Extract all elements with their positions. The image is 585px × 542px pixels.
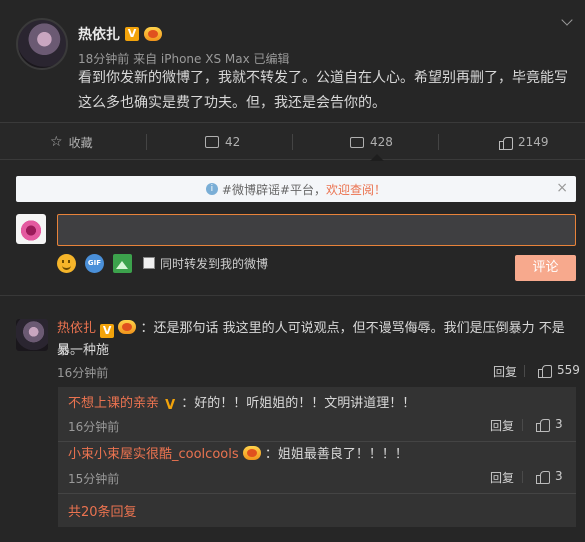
reply-item: 小束小束屋实很酷_coolcools ：姐姐最善良了！！！！ — [68, 444, 408, 466]
action-divider — [524, 365, 525, 377]
verified-v-icon: V — [100, 324, 115, 338]
reply-divider — [58, 441, 576, 442]
reply-item: 不想上课的亲亲 V ：好的！！听姐姐的！！文明讲道理！！ — [68, 393, 415, 415]
active-tab-caret — [370, 154, 384, 161]
rumor-notice-banner: i #微博辟谣#平台， 欢迎查阅！ × — [16, 176, 576, 202]
notice-text[interactable]: #微博辟谣#平台， — [222, 181, 326, 198]
favorite-button[interactable]: ☆ 收藏 — [50, 123, 93, 161]
like-count: 2149 — [518, 135, 549, 149]
comment-input[interactable] — [57, 214, 576, 246]
repost-checkbox-label[interactable]: 同时转发到我的微博 — [160, 255, 268, 272]
reply-reply-button[interactable]: 回复 — [490, 417, 514, 434]
favorite-label: 收藏 — [68, 135, 93, 150]
star-icon: ☆ — [50, 134, 63, 150]
verified-v-icon: V — [125, 27, 139, 41]
action-divider — [292, 134, 293, 150]
reply-time: 16分钟前 — [68, 420, 120, 434]
vip-member-icon — [118, 320, 137, 334]
reply-label: 回复 — [490, 471, 515, 485]
commenter-avatar[interactable] — [16, 319, 48, 351]
reply-text: ：好的！！听姐姐的！！文明讲道理！！ — [181, 396, 416, 411]
image-icon[interactable] — [113, 254, 132, 273]
thumbs-up-icon — [535, 417, 550, 432]
reply-like-button[interactable]: 3 — [535, 417, 563, 432]
reply-divider — [58, 493, 576, 494]
reply-like-count: 3 — [555, 469, 563, 483]
reply-label: 回复 — [493, 365, 518, 379]
comment-body-line-2: 暴。 — [57, 343, 84, 358]
more-replies-link[interactable]: 共20条回复 — [68, 501, 137, 520]
action-divider — [438, 134, 439, 150]
comment-text: 热依扎 V ：还是那句话 我这里的人可说观点，但不谩骂侮辱。我们是压倒暴力 不是… — [57, 318, 577, 362]
thumbs-up-icon — [537, 363, 552, 378]
thumbs-up-icon — [498, 135, 513, 150]
reply-author-name[interactable]: 不想上课的亲亲 — [68, 396, 159, 411]
reply-like-count: 3 — [555, 417, 563, 431]
vip-member-icon — [144, 27, 162, 41]
notice-highlight[interactable]: 欢迎查阅！ — [326, 181, 386, 198]
action-divider — [522, 471, 523, 483]
action-divider — [146, 134, 147, 150]
thumbs-up-icon — [535, 469, 550, 484]
comment-like-button[interactable]: 559 — [537, 363, 580, 378]
repost-icon — [205, 136, 219, 148]
verified-v-icon: V — [165, 398, 176, 413]
post-content-line-1: 看到你发新的微博了，我就不转发了。公道自在人心。希望别再删了，毕竟能写 — [78, 70, 568, 86]
section-divider — [0, 295, 585, 296]
comment-reply-button[interactable]: 回复 — [493, 363, 517, 380]
comment-icon — [350, 136, 364, 148]
submit-comment-button[interactable]: 评论 — [515, 255, 576, 281]
reply-label: 回复 — [490, 419, 515, 433]
action-divider — [522, 419, 523, 431]
vip-member-icon — [242, 446, 261, 460]
close-icon[interactable]: × — [556, 180, 568, 196]
poster-username[interactable]: 热依扎 — [78, 24, 120, 44]
commenter-name[interactable]: 热依扎 — [57, 321, 96, 336]
my-avatar — [16, 214, 46, 244]
poster-avatar[interactable] — [16, 18, 68, 70]
post-menu-chevron-icon[interactable] — [561, 14, 573, 26]
like-button[interactable]: 2149 — [498, 123, 549, 161]
comment-time: 16分钟前 — [57, 366, 109, 380]
reply-reply-button[interactable]: 回复 — [490, 469, 514, 486]
info-icon: i — [205, 183, 218, 195]
reply-like-button[interactable]: 3 — [535, 469, 563, 484]
reply-author-name[interactable]: 小束小束屋实很酷_coolcools — [68, 447, 239, 462]
repost-checkbox[interactable] — [143, 257, 155, 269]
post-content-line-2: 这么多也确实是费了功夫。但，我还是会告你的。 — [78, 95, 386, 111]
reply-text: ：姐姐最善良了！！！！ — [264, 447, 408, 462]
gif-icon[interactable]: GIF — [85, 254, 104, 273]
poster-name-row: 热依扎 V — [78, 24, 162, 44]
post-meta: 18分钟前 来自 iPhone XS Max 已编辑 — [78, 52, 290, 66]
comment-like-count: 559 — [557, 363, 580, 377]
post-action-bar: ☆ 收藏 42 428 2149 — [0, 122, 585, 161]
comment-count: 428 — [370, 135, 393, 149]
emoji-icon[interactable] — [57, 254, 76, 273]
reply-time: 15分钟前 — [68, 472, 120, 486]
repost-count: 42 — [225, 135, 241, 149]
repost-button[interactable]: 42 — [205, 123, 240, 161]
